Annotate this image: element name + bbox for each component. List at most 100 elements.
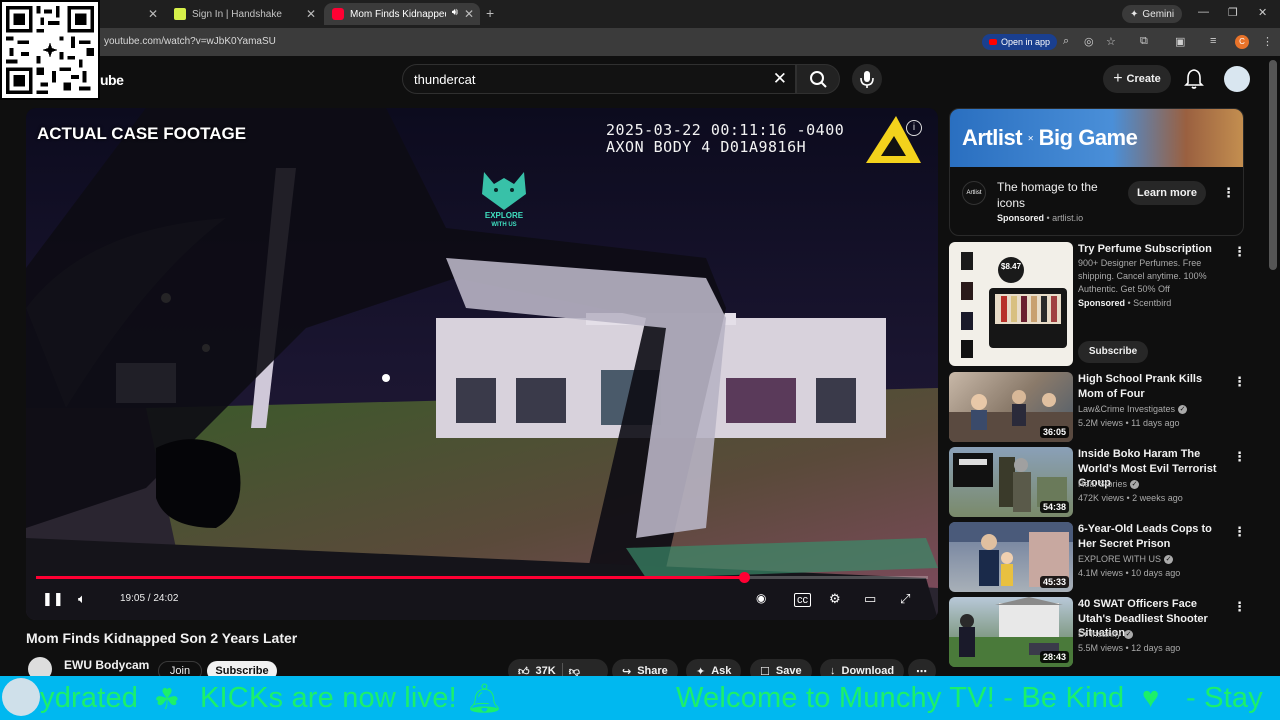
search-button[interactable] bbox=[796, 64, 840, 94]
recommendation-item[interactable]: 45:33 6-Year-Old Leads Cops to Her Secre… bbox=[949, 522, 1249, 592]
case-footage-label: ACTUAL CASE FOOTAGE bbox=[37, 124, 247, 143]
search-box[interactable]: thundercat ✕ bbox=[402, 64, 796, 94]
ad-banner-image: Artlist × Big Game bbox=[950, 109, 1243, 167]
verified-check-icon: ✓ bbox=[1130, 480, 1140, 490]
url-field[interactable]: youtube.com/watch?v=wJbK0YamaSU bbox=[98, 32, 978, 52]
learn-more-button[interactable]: Learn more bbox=[1128, 181, 1206, 205]
progress-played bbox=[36, 576, 745, 579]
recommendation-channel[interactable]: Dr Insanity ✓ bbox=[1078, 627, 1134, 641]
sidepanel-icon[interactable]: ▣ bbox=[1175, 35, 1185, 48]
video-title: Mom Finds Kidnapped Son 2 Years Later bbox=[26, 630, 298, 646]
time-display: 19:05 / 24:02 bbox=[120, 593, 179, 604]
recommendation-title[interactable]: Try Perfume Subscription bbox=[1078, 242, 1228, 257]
extensions-icon[interactable]: ⧉ bbox=[1140, 35, 1148, 48]
clear-search-icon[interactable]: ✕ bbox=[773, 69, 787, 89]
recommendation-thumbnail[interactable]: $8.47 bbox=[949, 242, 1073, 366]
info-icon[interactable]: i bbox=[906, 120, 922, 136]
sponsored-recommendation[interactable]: $8.47 Try Perfume Subscription 900+ Desi… bbox=[949, 242, 1249, 366]
recommendation-channel[interactable]: Real Stories ✓ bbox=[1078, 477, 1140, 491]
ad-headline[interactable]: The homage to the icons bbox=[997, 179, 1127, 211]
browser-tab-youtube[interactable]: Mom Finds Kidnapped Son 🔊︎ ✕ bbox=[324, 3, 480, 25]
ad-menu-kebab-icon[interactable]: ⋮ bbox=[1222, 185, 1235, 201]
recommendation-menu-kebab-icon[interactable]: ⋮ bbox=[1233, 374, 1246, 390]
verified-check-icon: ✓ bbox=[1164, 555, 1174, 565]
recommendation-item[interactable]: 28:43 40 SWAT Officers Face Utah's Deadl… bbox=[949, 597, 1249, 667]
open-in-app-label: Open in app bbox=[1001, 37, 1051, 47]
recommendation-menu-kebab-icon[interactable]: ⋮ bbox=[1233, 449, 1246, 465]
ad-domain: artlist.io bbox=[1052, 213, 1084, 223]
recommendation-sponsor-line: Sponsored • Scentbird bbox=[1078, 298, 1172, 308]
recommendation-menu-kebab-icon[interactable]: ⋮ bbox=[1233, 599, 1246, 615]
new-tab-button[interactable]: + bbox=[486, 5, 494, 21]
media-icon[interactable]: ≡ bbox=[1210, 35, 1216, 47]
timestamp-line-2: AXON BODY 4 D01A9816H bbox=[606, 138, 807, 156]
verified-check-icon: ✓ bbox=[1178, 405, 1188, 415]
eye-off-icon[interactable]: ◎ bbox=[1084, 35, 1094, 48]
recommendation-title[interactable]: 6-Year-Old Leads Cops to Her Secret Pris… bbox=[1078, 522, 1228, 551]
ad-subscribe-button[interactable]: Subscribe bbox=[1078, 341, 1148, 363]
maximize-button[interactable]: ❐ bbox=[1228, 6, 1238, 19]
sponsored-ad-card[interactable]: Artlist × Big Game Artlist The homage to… bbox=[949, 108, 1244, 236]
recommendation-item[interactable]: 36:05 High School Prank Kills Mom of Fou… bbox=[949, 372, 1249, 442]
recommendation-thumbnail[interactable]: 36:05 bbox=[949, 372, 1073, 442]
stream-ticker-banner: ydrated ☘ KICKs are now live! 🔔︎ Welcome… bbox=[0, 676, 1280, 720]
create-label: Create bbox=[1126, 73, 1161, 85]
video-duration: 45:33 bbox=[1039, 576, 1069, 588]
window-close-button[interactable]: ✕ bbox=[1258, 6, 1267, 19]
create-button[interactable]: + Create bbox=[1103, 65, 1171, 93]
advertiser-logo[interactable]: Artlist bbox=[962, 181, 986, 205]
fullscreen-icon[interactable]: ⤢ bbox=[900, 591, 910, 607]
autoplay-toggle-icon[interactable]: ◉ bbox=[756, 591, 766, 605]
recommendation-title[interactable]: High School Prank Kills Mom of Four bbox=[1078, 372, 1228, 401]
youtube-logo[interactable]: ube bbox=[100, 72, 124, 88]
search-icon bbox=[810, 71, 827, 88]
settings-gear-icon[interactable]: ⚙ bbox=[829, 591, 841, 607]
recommendation-meta: 5.2M views • 11 days ago bbox=[1078, 418, 1180, 428]
microphone-icon bbox=[860, 71, 874, 88]
ad-banner-title: Artlist × Big Game bbox=[962, 125, 1138, 151]
channel-name: EXPLORE WITH US bbox=[1078, 554, 1162, 564]
account-avatar[interactable] bbox=[1224, 66, 1250, 92]
ad-banner-brand: Artlist bbox=[962, 125, 1023, 150]
search-input[interactable]: thundercat bbox=[414, 72, 475, 87]
recommendation-item[interactable]: 54:38 Inside Boko Haram The World's Most… bbox=[949, 447, 1249, 517]
video-duration: 54:38 bbox=[1039, 501, 1069, 513]
close-tab-icon[interactable]: ✕ bbox=[306, 7, 316, 21]
captions-icon[interactable]: cc bbox=[794, 593, 811, 607]
clover-icon: ☘ bbox=[154, 684, 181, 716]
volume-icon[interactable]: 🔈︎ bbox=[78, 591, 86, 607]
video-player[interactable]: ACTUAL CASE FOOTAGE 2025-03-22 00:11:16 … bbox=[26, 108, 938, 620]
close-tab-icon[interactable]: ✕ bbox=[148, 7, 158, 21]
zoom-icon[interactable]: ⌕ bbox=[1063, 35, 1069, 48]
open-in-app-button[interactable]: Open in app bbox=[982, 34, 1058, 50]
bookmark-star-icon[interactable]: ☆ bbox=[1106, 35, 1116, 48]
recommendation-thumbnail[interactable]: 45:33 bbox=[949, 522, 1073, 592]
notifications-bell-icon[interactable] bbox=[1184, 68, 1204, 90]
ticker-segment-2: KICKs are now live! bbox=[200, 682, 457, 714]
voice-search-button[interactable] bbox=[852, 64, 882, 94]
miniplayer-icon[interactable]: ▭ bbox=[864, 591, 876, 607]
browser-tab-handshake[interactable]: Sign In | Handshake ✕ bbox=[166, 3, 322, 25]
browser-tab-1[interactable]: ✕ bbox=[100, 3, 164, 25]
pause-icon[interactable]: ❚❚ bbox=[42, 591, 64, 607]
tab-label: Sign In | Handshake bbox=[192, 8, 282, 20]
recommendation-channel[interactable]: EXPLORE WITH US ✓ bbox=[1078, 552, 1174, 566]
advertiser-name: Scentbird bbox=[1133, 298, 1172, 308]
minimize-button[interactable]: — bbox=[1198, 6, 1209, 18]
channel-name: Real Stories bbox=[1078, 479, 1128, 489]
gemini-button[interactable]: ✦ Gemini bbox=[1122, 5, 1183, 23]
recommendation-menu-kebab-icon[interactable]: ⋮ bbox=[1233, 244, 1246, 260]
recommendation-channel[interactable]: Law&Crime Investigates ✓ bbox=[1078, 402, 1188, 416]
close-tab-icon[interactable]: ✕ bbox=[464, 7, 474, 21]
profile-avatar[interactable]: C bbox=[1235, 35, 1249, 49]
wolf-logo-icon bbox=[482, 172, 526, 210]
recommendation-thumbnail[interactable]: 54:38 bbox=[949, 447, 1073, 517]
recommendation-menu-kebab-icon[interactable]: ⋮ bbox=[1233, 524, 1246, 540]
menu-kebab-icon[interactable]: ⋮ bbox=[1262, 35, 1273, 48]
recommendation-thumbnail[interactable]: 28:43 bbox=[949, 597, 1073, 667]
speaker-icon[interactable]: 🔊︎ bbox=[452, 7, 458, 18]
channel-name[interactable]: EWU Bodycam bbox=[64, 658, 149, 672]
ad-sponsored-line: Sponsored • artlist.io bbox=[997, 213, 1084, 223]
progress-bar[interactable] bbox=[36, 572, 928, 583]
page-scrollbar[interactable] bbox=[1269, 60, 1277, 270]
